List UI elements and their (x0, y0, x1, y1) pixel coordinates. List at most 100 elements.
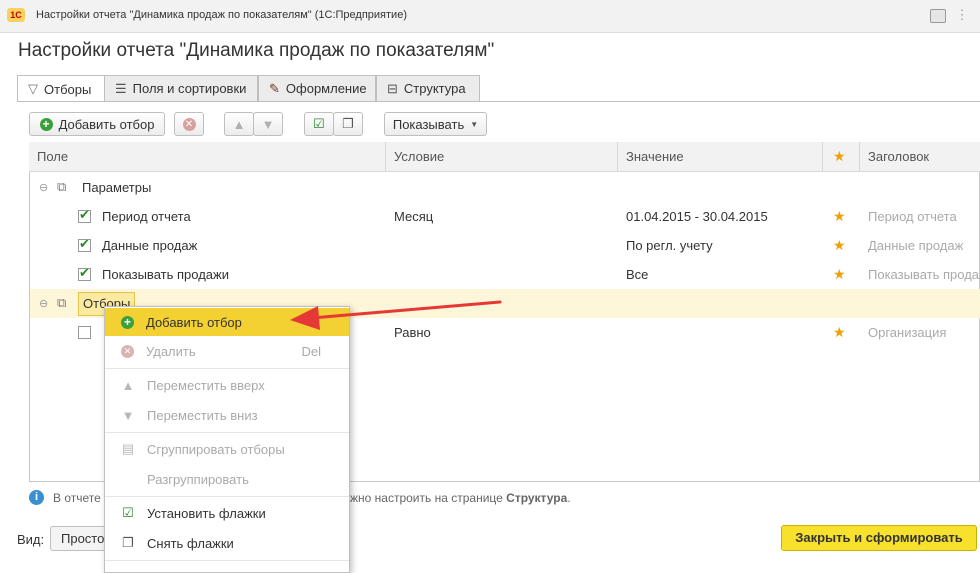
row-checkbox[interactable] (78, 265, 91, 281)
row-caption[interactable]: Показывать продаж (868, 260, 980, 289)
check-all-icon: ☑ (313, 116, 325, 131)
add-filter-label: Добавить отбор (58, 116, 155, 132)
check-all-button[interactable]: ☑ (304, 112, 334, 136)
tab-label: Структура (403, 81, 466, 96)
close-and-generate-button[interactable]: Закрыть и сформировать (781, 525, 977, 551)
menu-item-move-down[interactable]: ▼ Переместить вниз (105, 401, 349, 429)
menu-item-label: Добавить отбор (146, 314, 242, 330)
collapse-icon[interactable]: ⊖ (39, 297, 48, 310)
row-condition[interactable]: Равно (394, 318, 431, 347)
filter-icon: ▽ (28, 81, 38, 96)
header-value[interactable]: Значение (618, 142, 823, 171)
info-text-continued: жно настроить на странице Структура. (350, 491, 571, 505)
row-field: Показывать продажи (102, 267, 229, 282)
group-icon: ⧉ (57, 295, 67, 310)
row-value[interactable]: 01.04.2015 - 30.04.2015 (626, 202, 768, 231)
fields-sort-icon: ☰ (115, 80, 127, 96)
tab-divider (17, 101, 980, 102)
delete-icon: ✕ (121, 344, 134, 358)
tab-label: Поля и сортировки (132, 81, 247, 96)
table-header: Поле Условие Значение ★ Заголовок (29, 142, 980, 172)
table-row[interactable]: Показывать продажи Все ★ Показывать прод… (30, 260, 980, 289)
show-label: Показывать (392, 116, 465, 132)
collapse-icon[interactable]: ⊖ (39, 181, 48, 194)
header-field[interactable]: Поле (29, 142, 386, 171)
table-row[interactable]: Период отчета Месяц 01.04.2015 - 30.04.2… (30, 202, 980, 231)
header-caption[interactable]: Заголовок (860, 142, 980, 171)
star-icon[interactable]: ★ (833, 318, 846, 347)
menu-item-move-up[interactable]: ▲ Переместить вверх (105, 371, 349, 399)
menu-item-label: Разгруппировать (147, 471, 249, 487)
view-select[interactable]: Просто (50, 526, 110, 551)
tab-filters[interactable]: ▽ Отборы (17, 75, 105, 102)
group-icon: ▤ (121, 441, 135, 456)
row-value[interactable]: По регл. учету (626, 231, 713, 260)
window-title: Настройки отчета "Динамика продаж по пок… (36, 9, 407, 21)
info-icon: i (29, 490, 44, 505)
delete-icon: ✕ (182, 117, 196, 131)
tab-fields-sort[interactable]: ☰ Поля и сортировки (104, 75, 258, 101)
table-group-row[interactable]: ⊖ ⧉ Параметры (30, 173, 980, 202)
brush-icon: ✎ (269, 80, 280, 96)
star-icon[interactable]: ★ (833, 231, 846, 260)
menu-item-shortcut: Del (301, 343, 321, 359)
arrow-up-icon: ▲ (232, 116, 246, 132)
menu-item-label: Сгруппировать отборы (147, 441, 285, 457)
menu-item-label: Переместить вниз (147, 407, 258, 423)
delete-button[interactable]: ✕ (174, 112, 204, 136)
move-up-button[interactable]: ▲ (224, 112, 254, 136)
uncheck-all-icon: ❐ (342, 116, 354, 131)
move-down-button[interactable]: ▼ (253, 112, 283, 136)
menu-separator (105, 560, 349, 561)
info-text-prefix: жно настроить на странице (350, 491, 507, 505)
add-icon: + (39, 117, 53, 131)
menu-item-add-filter[interactable]: + Добавить отбор (105, 308, 349, 336)
info-text: В отчете (53, 491, 101, 505)
row-value[interactable]: Все (626, 260, 648, 289)
menu-item-ungroup[interactable]: Разгруппировать (105, 465, 349, 493)
show-dropdown-button[interactable]: Показывать ▼ (384, 112, 487, 136)
menu-item-uncheck-all[interactable]: ❐ Снять флажки (105, 529, 349, 557)
menu-item-check-all[interactable]: ☑ Установить флажки (105, 499, 349, 527)
star-icon[interactable]: ★ (833, 202, 846, 231)
app-logo-icon: 1С (7, 8, 25, 22)
row-caption[interactable]: Данные продаж (868, 231, 963, 260)
header-star-icon[interactable]: ★ (823, 142, 860, 171)
menu-item-label: Установить флажки (147, 505, 266, 521)
table-row[interactable]: Данные продаж По регл. учету ★ Данные пр… (30, 231, 980, 260)
menu-separator (105, 368, 349, 369)
arrow-down-icon: ▼ (261, 116, 275, 132)
menu-separator (105, 432, 349, 433)
row-condition[interactable]: Месяц (394, 202, 433, 231)
group-name: Параметры (82, 180, 152, 195)
row-checkbox[interactable] (78, 236, 91, 252)
page-title: Настройки отчета "Динамика продаж по пок… (18, 40, 495, 61)
check-all-icon: ☑ (122, 505, 134, 520)
row-field: Данные продаж (102, 238, 198, 253)
row-checkbox[interactable] (78, 207, 91, 223)
more-icon[interactable]: ⋮ (955, 8, 969, 22)
tab-appearance[interactable]: ✎ Оформление (258, 75, 376, 101)
add-icon: + (121, 315, 134, 329)
uncheck-all-button[interactable]: ❐ (333, 112, 363, 136)
header-condition[interactable]: Условие (386, 142, 618, 171)
view-label: Вид: (17, 532, 45, 547)
star-icon[interactable]: ★ (833, 260, 846, 289)
menu-item-label: Удалить (146, 343, 196, 359)
menu-separator (105, 496, 349, 497)
row-caption[interactable]: Период отчета (868, 202, 957, 231)
context-menu: + Добавить отбор ✕ Удалить Del ▲ Перемес… (104, 306, 350, 573)
info-text-suffix: . (567, 491, 571, 505)
menu-item-delete[interactable]: ✕ Удалить Del (105, 337, 349, 365)
row-checkbox[interactable] (78, 326, 91, 339)
row-caption[interactable]: Организация (868, 318, 946, 347)
menu-item-group-filters[interactable]: ▤ Сгруппировать отборы (105, 435, 349, 463)
tab-structure[interactable]: ⊟ Структура (376, 75, 480, 101)
tab-label: Отборы (44, 81, 92, 97)
row-field: Период отчета (102, 209, 191, 224)
add-filter-button[interactable]: + Добавить отбор (29, 112, 165, 136)
structure-link[interactable]: Структура (506, 491, 567, 505)
structure-icon: ⊟ (387, 80, 398, 96)
print-icon[interactable] (930, 9, 946, 23)
arrow-up-icon: ▲ (121, 377, 135, 393)
